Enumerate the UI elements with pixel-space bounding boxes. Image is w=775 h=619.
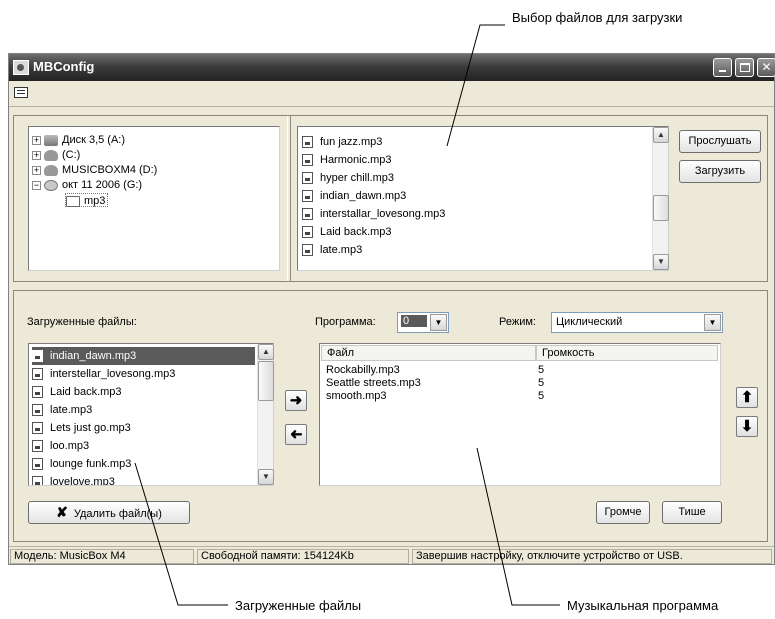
callout-line-music-program [476,447,560,606]
callout-lines [134,24,560,606]
callout-line-file-select [446,24,505,147]
callout-line-loaded-files [134,462,228,606]
